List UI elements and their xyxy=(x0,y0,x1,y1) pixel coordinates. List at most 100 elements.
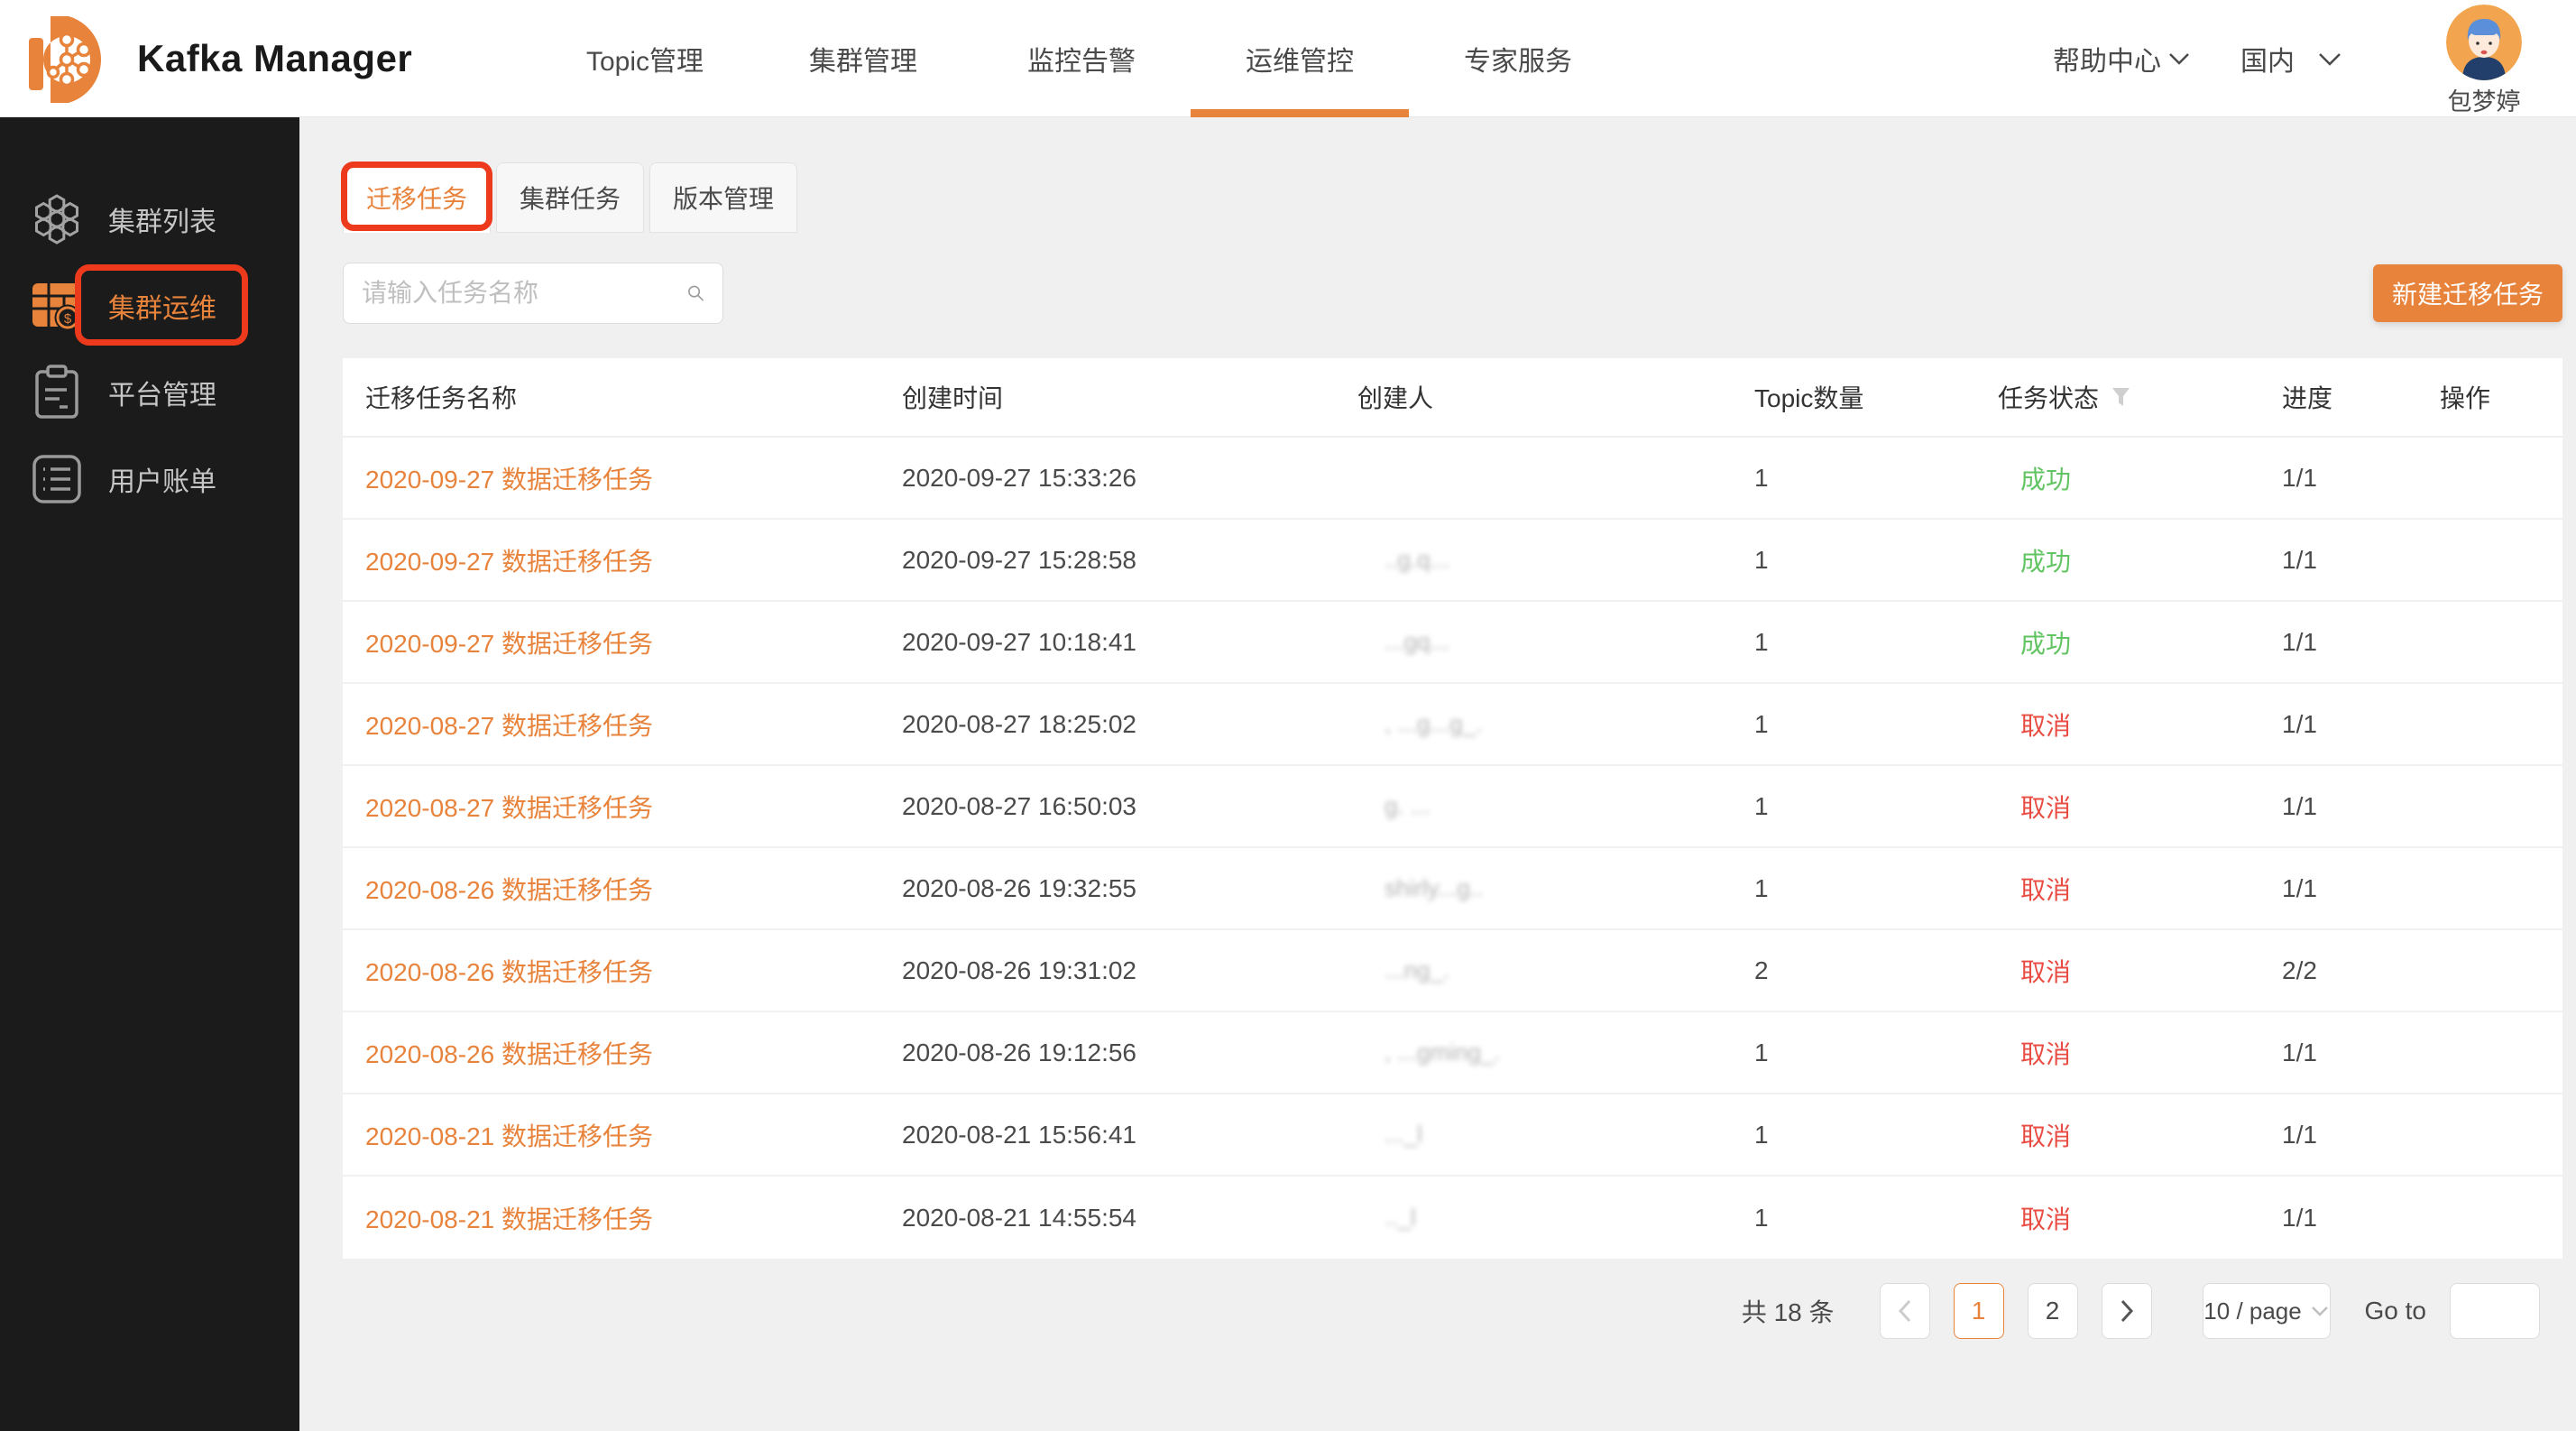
nav-ops-control[interactable]: 运维管控 xyxy=(1191,0,1409,117)
progress-cell: 1/1 xyxy=(2282,1039,2440,1067)
brand: Kafka Manager xyxy=(27,0,412,117)
nav-monitor-alert[interactable]: 监控告警 xyxy=(972,0,1191,117)
table-row[interactable]: 2020-08-21 数据迁移任务 2020-08-21 14:55:54 ..… xyxy=(343,1177,2562,1259)
status-cell: 成功 xyxy=(1998,542,2282,578)
task-name-link[interactable]: 2020-08-26 数据迁移任务 xyxy=(365,876,653,904)
prev-page-button[interactable] xyxy=(1880,1283,1930,1339)
chevron-right-icon xyxy=(2120,1299,2134,1323)
creator-cell: ..._l xyxy=(1357,1121,1754,1149)
tab-version-manage[interactable]: 版本管理 xyxy=(649,162,797,233)
topic-count-cell: 1 xyxy=(1754,792,1998,821)
page-button-1[interactable]: 1 xyxy=(1954,1283,2004,1339)
task-name-link[interactable]: 2020-08-27 数据迁移任务 xyxy=(365,712,653,740)
main-content: 迁移任务 集群任务 版本管理 新建迁移任务 xyxy=(299,117,2576,1431)
table-row[interactable]: 2020-08-27 数据迁移任务 2020-08-27 16:50:03 g.… xyxy=(343,766,2562,848)
task-name-link[interactable]: 2020-09-27 数据迁移任务 xyxy=(365,630,653,658)
status-cell: 取消 xyxy=(1998,871,2282,907)
search-input[interactable] xyxy=(362,279,687,308)
sidebar: 集群列表 $ 集群运维 xyxy=(0,117,299,1431)
task-name-link[interactable]: 2020-08-26 数据迁移任务 xyxy=(365,1040,653,1068)
task-name-link[interactable]: 2020-09-27 数据迁移任务 xyxy=(365,466,653,494)
nav-expert-service[interactable]: 专家服务 xyxy=(1409,0,1627,117)
table-row[interactable]: 2020-09-27 数据迁移任务 2020-09-27 15:33:26 1 … xyxy=(343,438,2562,520)
migration-task-table: 迁移任务名称 创建时间 创建人 Topic数量 任务状态 进度 操作 xyxy=(343,358,2562,1259)
task-name-link[interactable]: 2020-08-21 数据迁移任务 xyxy=(365,1122,653,1150)
sidebar-item-cluster-ops[interactable]: $ 集群运维 xyxy=(0,263,299,349)
progress-cell: 1/1 xyxy=(2282,1121,2440,1149)
col-progress: 进度 xyxy=(2282,379,2440,415)
task-name-link[interactable]: 2020-09-27 数据迁移任务 xyxy=(365,548,653,576)
task-name-link[interactable]: 2020-08-21 数据迁移任务 xyxy=(365,1205,653,1233)
creator-cell: , ...g...g_. xyxy=(1357,710,1754,738)
user-avatar-icon xyxy=(2446,5,2522,80)
progress-cell: 2/2 xyxy=(2282,956,2440,985)
status-cell: 取消 xyxy=(1998,789,2282,825)
search-icon[interactable] xyxy=(687,280,704,307)
page-size-select[interactable]: 10 / page xyxy=(2203,1283,2331,1339)
progress-cell: 1/1 xyxy=(2282,464,2440,493)
create-migration-task-button[interactable]: 新建迁移任务 xyxy=(2373,264,2562,322)
table-body: 2020-09-27 数据迁移任务 2020-09-27 15:33:26 1 … xyxy=(343,438,2562,1259)
topic-count-cell: 1 xyxy=(1754,1204,1998,1233)
created-time-cell: 2020-08-26 19:32:55 xyxy=(902,874,1357,903)
help-center-dropdown[interactable]: 帮助中心 xyxy=(2053,39,2190,78)
sidebar-item-cluster-list[interactable]: 集群列表 xyxy=(0,176,299,263)
creator-cell: ..g.q... xyxy=(1357,546,1754,574)
tab-migration-tasks[interactable]: 迁移任务 xyxy=(343,162,491,233)
sidebar-item-user-billing[interactable]: 用户账单 xyxy=(0,436,299,522)
created-time-cell: 2020-08-27 16:50:03 xyxy=(902,792,1357,821)
status-cell: 取消 xyxy=(1998,1117,2282,1153)
task-search-box[interactable] xyxy=(343,263,723,324)
task-name-link[interactable]: 2020-08-26 数据迁移任务 xyxy=(365,958,653,986)
nav-topic-manage[interactable]: Topic管理 xyxy=(536,0,754,117)
topic-count-cell: 1 xyxy=(1754,464,1998,493)
progress-cell: 1/1 xyxy=(2282,628,2440,657)
clipboard-icon xyxy=(31,365,83,420)
header-right: 帮助中心 国内 xyxy=(2053,0,2525,117)
table-row[interactable]: 2020-08-26 数据迁移任务 2020-08-26 19:31:02 ..… xyxy=(343,930,2562,1012)
creator-cell: ...gq... xyxy=(1357,628,1754,656)
topic-count-cell: 1 xyxy=(1754,874,1998,903)
status-cell: 取消 xyxy=(1998,706,2282,743)
avatar[interactable] xyxy=(2446,5,2522,80)
app-root: Kafka Manager Topic管理 集群管理 监控告警 运维管控 专家服… xyxy=(0,0,2576,1431)
list-icon xyxy=(31,451,83,507)
table-row[interactable]: 2020-08-27 数据迁移任务 2020-08-27 18:25:02 , … xyxy=(343,684,2562,766)
goto-page-input[interactable] xyxy=(2450,1283,2540,1339)
active-nav-underline xyxy=(1191,109,1409,117)
created-time-cell: 2020-08-26 19:31:02 xyxy=(902,956,1357,985)
region-dropdown[interactable]: 国内 xyxy=(2240,39,2341,78)
table-row[interactable]: 2020-08-26 数据迁移任务 2020-08-26 19:32:55 sh… xyxy=(343,848,2562,930)
kafka-manager-logo-icon xyxy=(27,11,117,106)
table-row[interactable]: 2020-08-21 数据迁移任务 2020-08-21 15:56:41 ..… xyxy=(343,1094,2562,1177)
topic-count-cell: 1 xyxy=(1754,1039,1998,1067)
table-row[interactable]: 2020-09-27 数据迁移任务 2020-09-27 15:28:58 ..… xyxy=(343,520,2562,602)
table-row[interactable]: 2020-08-26 数据迁移任务 2020-08-26 19:12:56 , … xyxy=(343,1012,2562,1094)
hexagon-cluster-icon xyxy=(31,191,83,247)
col-task-status: 任务状态 xyxy=(1998,379,2282,415)
col-topic-count: Topic数量 xyxy=(1754,379,1998,415)
goto-label: Go to xyxy=(2365,1297,2426,1325)
status-cell: 成功 xyxy=(1998,460,2282,496)
chevron-down-icon xyxy=(2168,52,2190,65)
topic-count-cell: 1 xyxy=(1754,546,1998,575)
table-header-row: 迁移任务名称 创建时间 创建人 Topic数量 任务状态 进度 操作 xyxy=(343,358,2562,438)
creator-cell: g. ... xyxy=(1357,792,1754,820)
progress-cell: 1/1 xyxy=(2282,546,2440,575)
top-header: Kafka Manager Topic管理 集群管理 监控告警 运维管控 专家服… xyxy=(0,0,2576,117)
col-created-time: 创建时间 xyxy=(902,379,1357,415)
table-row[interactable]: 2020-09-27 数据迁移任务 2020-09-27 10:18:41 ..… xyxy=(343,602,2562,684)
app-title: Kafka Manager xyxy=(137,37,412,80)
status-filter-icon[interactable] xyxy=(2111,387,2130,407)
sidebar-item-platform-manage[interactable]: 平台管理 xyxy=(0,349,299,436)
page-button-2[interactable]: 2 xyxy=(2028,1283,2078,1339)
tab-cluster-tasks[interactable]: 集群任务 xyxy=(496,162,644,233)
nav-cluster-manage[interactable]: 集群管理 xyxy=(754,0,972,117)
user-block[interactable]: 包梦婷 xyxy=(2443,1,2525,117)
col-task-name: 迁移任务名称 xyxy=(365,379,902,415)
created-time-cell: 2020-08-21 14:55:54 xyxy=(902,1204,1357,1233)
next-page-button[interactable] xyxy=(2102,1283,2152,1339)
task-name-link[interactable]: 2020-08-27 数据迁移任务 xyxy=(365,794,653,822)
svg-text:$: $ xyxy=(64,311,72,327)
user-name: 包梦婷 xyxy=(2448,82,2521,117)
